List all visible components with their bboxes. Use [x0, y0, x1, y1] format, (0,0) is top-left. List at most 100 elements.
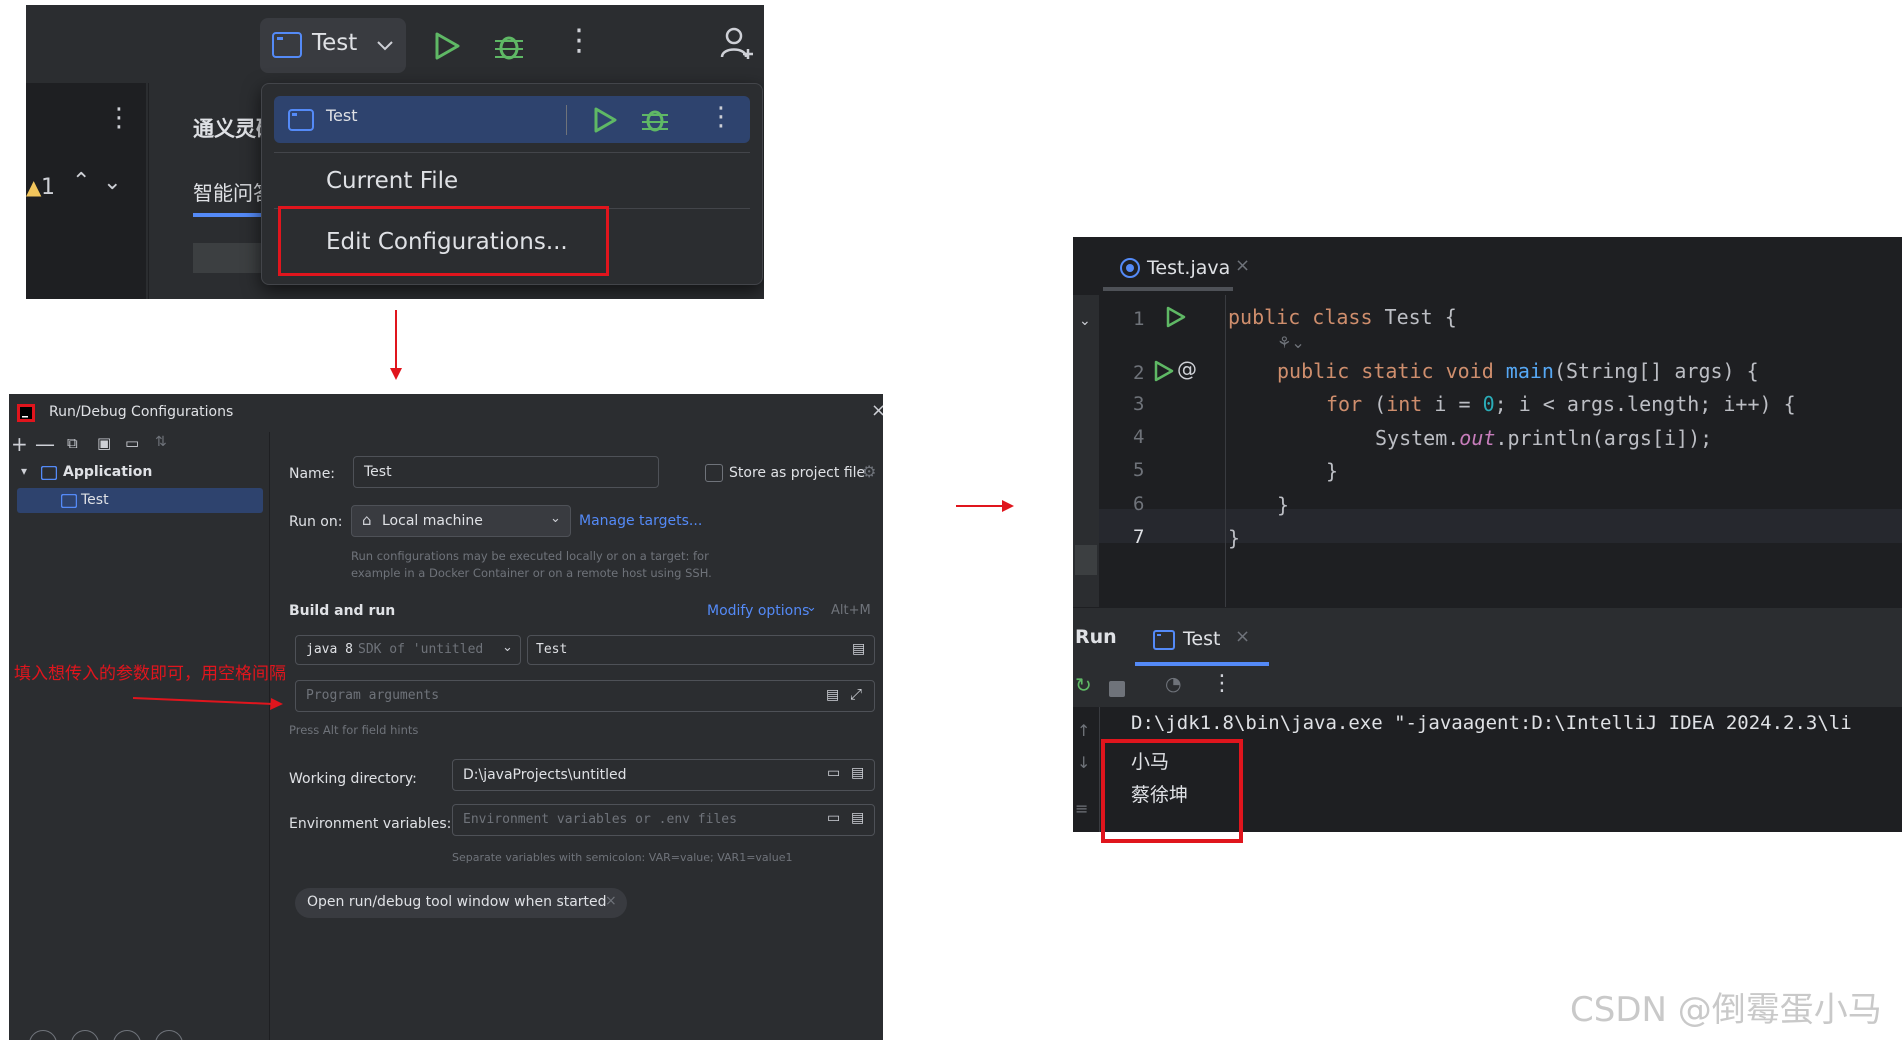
copy-icon[interactable]: ⧉ [67, 434, 78, 452]
application-icon [272, 32, 302, 58]
debug-icon[interactable] [492, 29, 526, 63]
working-dir-field[interactable]: D:\javaProjects\untitled ▭ ▤ [452, 759, 875, 791]
manage-targets-link[interactable]: Manage targets... [579, 513, 702, 529]
more-icon[interactable]: ⋮ [1211, 671, 1233, 696]
highlight-box [278, 206, 609, 276]
tab-test-java[interactable]: Test.java × [1103, 245, 1351, 291]
current-line-highlight [1099, 509, 1902, 543]
run-icon[interactable] [1165, 305, 1187, 329]
code-line-7: } [1228, 526, 1241, 550]
more-actions-icon[interactable]: ⋮ [564, 23, 594, 58]
gauge-icon[interactable]: ◔ [1165, 673, 1182, 695]
program-arguments-field[interactable]: Program arguments ▤ ⤢ [295, 680, 875, 712]
close-icon[interactable]: × [605, 893, 617, 909]
run-on-hint-1: Run configurations may be executed local… [351, 549, 709, 563]
chevron-down-icon[interactable]: ⌄ [1079, 313, 1091, 329]
browse-icon[interactable]: ▤ [851, 810, 864, 826]
run-on-hint-2: example in a Docker Container or on a re… [351, 566, 712, 580]
remove-icon[interactable]: — [35, 432, 55, 456]
main-class-field[interactable]: Test ▤ [527, 635, 875, 665]
home-icon: ⌂ [362, 511, 372, 529]
browse-icon[interactable]: ▤ [851, 765, 864, 781]
save-icon[interactable]: ▣ [97, 434, 111, 452]
application-icon [41, 466, 57, 480]
gutter-divider [1225, 295, 1226, 607]
divider [566, 105, 567, 135]
close-icon[interactable]: × [1235, 626, 1250, 647]
line-number: 3 [1133, 393, 1145, 415]
line-number: 1 [1133, 308, 1145, 330]
gear-icon[interactable]: ⚙ [862, 462, 876, 481]
open-tool-window-chip[interactable]: Open run/debug tool window when started … [295, 888, 627, 918]
chevron-up-icon[interactable]: ⌃ [72, 169, 90, 194]
run-icon[interactable] [592, 106, 618, 134]
chevron-down-icon[interactable]: ⌃ [103, 167, 121, 192]
separator [274, 152, 750, 153]
application-icon [288, 109, 314, 131]
env-hint: Separate variables with semicolon: VAR=v… [452, 851, 793, 864]
rerun-icon[interactable]: ↻ [1075, 673, 1092, 697]
override-marker-icon[interactable]: @ [1177, 357, 1197, 381]
scroll-up-icon[interactable]: ↑ [1077, 721, 1090, 740]
run-widget-screenshot: ⋮ ▲ 1 ⌃ ⌃ 通义灵码 智能问答 Test ⋮ Test ⋮ Curren… [26, 5, 764, 299]
jdk-value: java 8 [306, 642, 353, 657]
browse-icon[interactable]: ▤ [852, 641, 865, 657]
store-label: Store as project file [729, 465, 866, 481]
arrow-right-icon [133, 697, 283, 710]
more-icon[interactable]: ⋮ [708, 102, 734, 132]
add-icon[interactable]: + [11, 432, 28, 456]
modify-options-link[interactable]: Modify options [707, 603, 809, 619]
field-hints: Press Alt for field hints [289, 723, 419, 737]
tree-group-application[interactable]: Application [63, 464, 152, 480]
wrap-icon[interactable]: ≡ [1075, 799, 1088, 818]
store-checkbox[interactable] [705, 464, 723, 482]
code-line-4: System.out.println(args[i]); [1375, 426, 1713, 450]
name-field[interactable]: Test [353, 456, 659, 488]
debug-icon[interactable] [640, 105, 670, 135]
jdk-suffix: SDK of 'untitled [358, 642, 484, 657]
scroll-down-icon[interactable]: ↓ [1077, 753, 1090, 772]
more-icon[interactable]: ⋮ [106, 103, 132, 133]
bottom-icons [29, 1030, 259, 1040]
java-class-icon [1120, 258, 1140, 278]
intellij-logo-icon [17, 404, 35, 422]
run-icon[interactable] [1153, 359, 1175, 383]
code-line-6: } [1277, 493, 1290, 517]
run-icon[interactable] [432, 31, 462, 61]
sort-icon[interactable]: ⇅ [155, 434, 167, 450]
ai-hint-icon[interactable]: ⚘⌄ [1277, 333, 1305, 352]
tab-underline [1135, 662, 1269, 666]
env-field[interactable]: Environment variables or .env files ▭ ▤ [452, 804, 875, 836]
folder-icon[interactable]: ▭ [827, 765, 840, 781]
tab-title: Test.java [1147, 257, 1231, 279]
left-strip: ⌄ [1073, 295, 1099, 607]
run-tab-test[interactable]: Test × [1135, 616, 1269, 666]
close-icon[interactable]: × [871, 400, 883, 421]
browse-icon[interactable]: ▤ [826, 687, 839, 703]
run-config-widget[interactable]: Test [260, 18, 406, 73]
build-and-run-heading: Build and run [289, 603, 396, 619]
selected-config-label: Test [326, 106, 358, 125]
chevron-down-icon[interactable]: ▾ [21, 464, 27, 478]
code-line-2: public static void main(String[] args) { [1277, 359, 1759, 383]
modify-options-shortcut: Alt+M [831, 603, 871, 618]
jdk-select[interactable]: java 8 SDK of 'untitled ⌄ [295, 635, 521, 665]
code-line-3: for (int i = 0; i < args.length; i++) { [1326, 392, 1796, 416]
application-icon [61, 494, 77, 508]
stop-icon[interactable] [1109, 681, 1125, 697]
expand-icon[interactable]: ⤢ [850, 685, 862, 703]
selected-config-row[interactable]: Test ⋮ [274, 96, 750, 143]
warning-icon[interactable]: ▲ [26, 175, 41, 199]
tree-item-label: Test [81, 492, 109, 508]
run-on-select[interactable]: ⌂ Local machine ⌄ [351, 505, 571, 537]
close-icon[interactable]: × [1235, 255, 1250, 276]
folder-icon[interactable]: ▭ [827, 810, 840, 826]
warning-count: 1 [41, 175, 55, 200]
line-number: 4 [1133, 426, 1145, 448]
folder-icon[interactable]: ▭ [125, 434, 139, 452]
line-number: 6 [1133, 493, 1145, 515]
tree-item-test[interactable]: Test [17, 488, 263, 513]
add-user-icon[interactable] [720, 25, 756, 61]
menu-item-current-file[interactable]: Current File [326, 168, 458, 194]
line-number: 7 [1133, 526, 1145, 548]
